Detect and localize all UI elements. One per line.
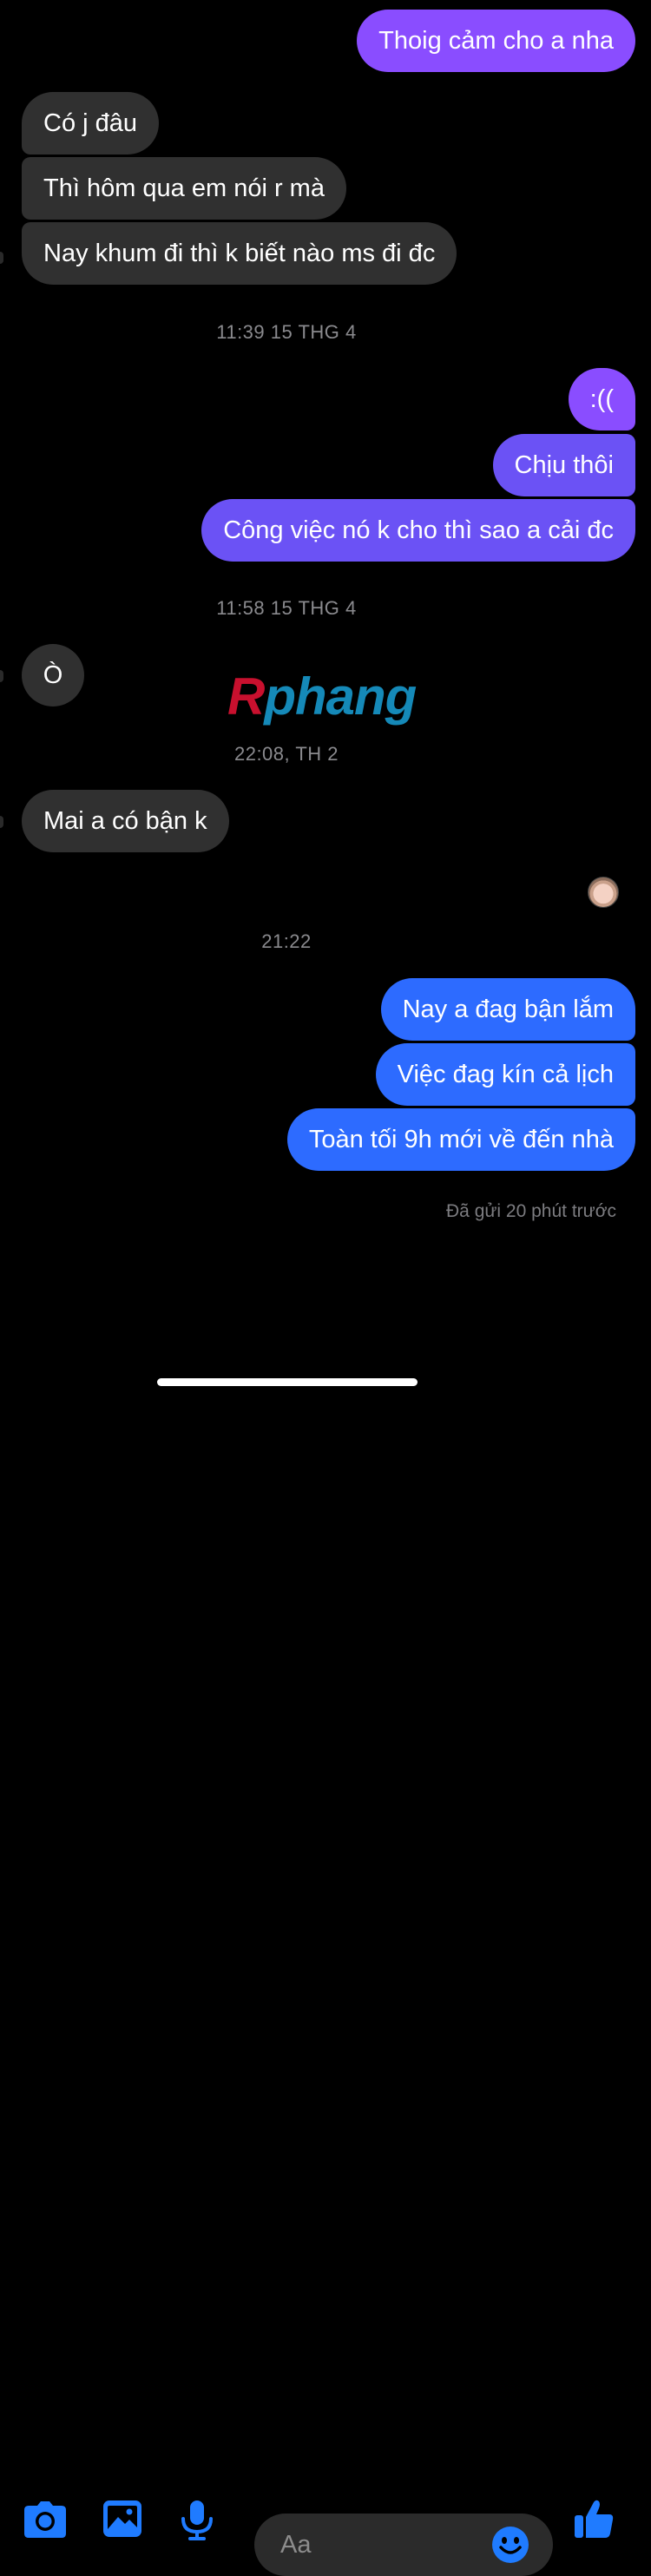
camera-icon[interactable]	[23, 2500, 67, 2539]
composer-bar: Aa	[0, 1250, 651, 2576]
message-bubble-outgoing[interactable]: :((	[568, 368, 635, 430]
message-bubble-incoming[interactable]: Mai a có bận k	[22, 790, 229, 852]
message-bubble-outgoing[interactable]: Việc đag kín cả lịch	[375, 1043, 635, 1106]
timestamp: 11:58 15 THG 4	[216, 597, 357, 619]
watermark-part-1: R	[227, 667, 265, 726]
timestamp: 11:39 15 THG 4	[216, 321, 357, 343]
message-bubble-incoming[interactable]: Có j đâu	[22, 92, 160, 154]
message-bubble-incoming[interactable]: Ò	[22, 644, 84, 706]
message-bubble-outgoing[interactable]: Công việc nó k cho thì sao a cải đc	[201, 499, 635, 562]
sender-avatar-edge	[0, 252, 3, 264]
read-receipt-avatar	[588, 877, 619, 908]
watermark-logo: Rphang	[227, 667, 417, 726]
thumbs-up-icon[interactable]	[573, 2498, 615, 2540]
delivery-status: Đã gửi 20 phút trước	[446, 1201, 616, 1221]
microphone-icon[interactable]	[181, 2500, 214, 2541]
message-bubble-outgoing[interactable]: Chịu thôi	[492, 434, 635, 496]
home-indicator[interactable]	[157, 1378, 418, 1386]
message-bubble-incoming[interactable]: Thì hôm qua em nói r mà	[22, 157, 346, 220]
watermark-part-2: phang	[264, 667, 417, 726]
emoji-icon[interactable]	[491, 2526, 529, 2564]
message-bubble-outgoing[interactable]: Toàn tối 9h mới về đến nhà	[286, 1108, 635, 1171]
timestamp: 22:08, TH 2	[233, 743, 339, 765]
message-bubble-outgoing[interactable]: Thoig cảm cho a nha	[357, 10, 635, 72]
timestamp: 21:22	[261, 930, 312, 952]
message-bubble-outgoing[interactable]: Nay a đag bận lắm	[380, 978, 635, 1041]
sender-avatar-edge	[0, 670, 3, 682]
sender-avatar-edge	[0, 816, 3, 828]
gallery-icon[interactable]	[102, 2500, 142, 2538]
message-bubble-incoming[interactable]: Nay khum đi thì k biết nào ms đi đc	[22, 222, 457, 285]
message-input-placeholder: Aa	[280, 2531, 312, 2559]
